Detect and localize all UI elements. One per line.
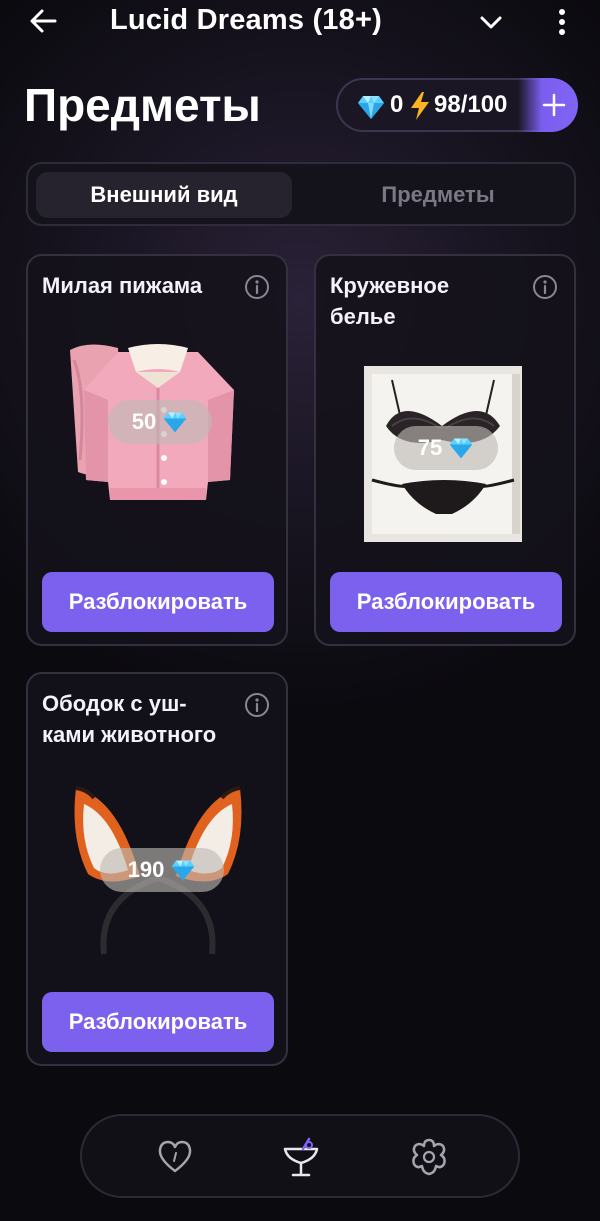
nav-item-heart[interactable]	[152, 1134, 198, 1180]
energy-value: 98/100	[434, 91, 508, 118]
top-bar: Lucid Dreams (18+)	[0, 0, 600, 50]
diamond-icon	[163, 412, 187, 433]
more-menu-button[interactable]	[548, 4, 576, 40]
nav-item-settings[interactable]	[406, 1134, 452, 1180]
add-currency-button[interactable]	[518, 78, 578, 132]
price-pill: 190	[100, 848, 224, 892]
arrow-left-icon	[30, 9, 57, 33]
price-value: 50	[131, 409, 157, 434]
dropdown-button[interactable]	[474, 6, 508, 40]
price-pill: 50	[108, 400, 212, 444]
category-tabs: Внешний вид Предметы	[26, 162, 576, 226]
nav-item-cocktail[interactable]	[278, 1134, 324, 1180]
price-pill: 75	[394, 426, 498, 470]
currency-balance: 0 98/100	[336, 78, 578, 132]
heart-icon	[158, 1140, 192, 1173]
info-icon[interactable]	[532, 274, 558, 300]
price-value: 75	[417, 435, 443, 460]
page-title: Предметы	[24, 79, 261, 131]
info-icon[interactable]	[244, 692, 270, 718]
back-button[interactable]	[26, 4, 60, 38]
chevron-down-icon	[480, 16, 502, 29]
item-card-pajama: Милая пижама 50 Разблокировать	[26, 254, 288, 646]
item-title: Милая пижама	[42, 273, 203, 298]
bottom-navigation	[80, 1114, 520, 1198]
unlock-button[interactable]: Разблокировать	[42, 572, 274, 632]
item-card-lingerie: Кружевное белье 75 Разблокировать	[314, 254, 576, 646]
tab-items[interactable]: Предметы	[310, 172, 566, 218]
item-title: Ободок с уш-ками животного	[42, 691, 217, 747]
lightning-icon	[411, 92, 429, 120]
app-root: Lucid Dreams (18+) Предметы 0 98/100 Вне…	[0, 0, 600, 1221]
diamond-icon	[358, 96, 384, 119]
more-vertical-icon	[559, 9, 565, 35]
diamond-icon	[449, 438, 473, 459]
item-card-headband: Ободок с уш-ками животного 190 Разблокир…	[26, 672, 288, 1066]
unlock-button[interactable]: Разблокировать	[330, 572, 562, 632]
item-title: Кружевное белье	[330, 273, 450, 329]
info-icon[interactable]	[244, 274, 270, 300]
tab-appearance[interactable]: Внешний вид	[36, 172, 292, 218]
gem-count: 0	[390, 91, 404, 118]
price-value: 190	[127, 857, 165, 882]
app-title: Lucid Dreams (18+)	[110, 4, 382, 36]
cocktail-glass-icon	[283, 1137, 319, 1177]
diamond-icon	[172, 860, 195, 881]
unlock-button[interactable]: Разблокировать	[42, 992, 274, 1052]
flower-gear-icon	[412, 1138, 446, 1176]
plus-icon	[542, 93, 566, 117]
